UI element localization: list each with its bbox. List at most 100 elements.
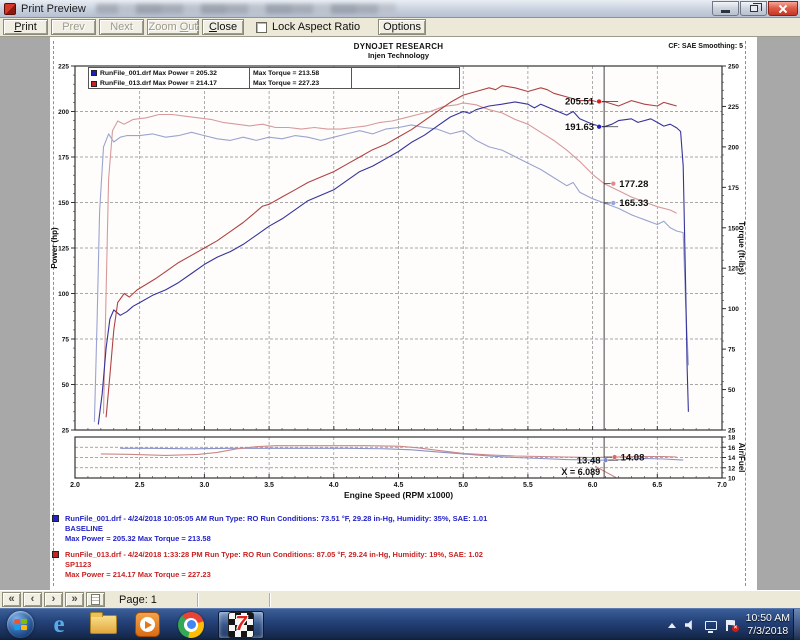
svg-text:5.0: 5.0 [458, 482, 468, 489]
dyno-chart[interactable]: 165.33177.28191.63205.512550751001251501… [50, 37, 757, 590]
lock-aspect-ratio-label: Lock Aspect Ratio [272, 21, 360, 33]
svg-text:Power (hp): Power (hp) [50, 227, 59, 269]
action-center-icon[interactable]: × [726, 620, 736, 631]
taskbar-item-chrome[interactable] [172, 610, 210, 640]
close-icon [778, 4, 788, 14]
page-layout-button[interactable] [86, 592, 105, 607]
chart-title: DYNOJET RESEARCH [75, 42, 722, 51]
zoom-out-button[interactable]: Zoom Out [147, 19, 199, 35]
svg-text:2.0: 2.0 [70, 482, 80, 489]
svg-text:250: 250 [728, 64, 739, 71]
svg-text:18: 18 [728, 435, 736, 442]
svg-text:150: 150 [58, 200, 69, 207]
taskbar: e 7 × 10:50 AM 7/3/2018 [0, 608, 800, 640]
svg-text:5.5: 5.5 [523, 482, 533, 489]
clock-date: 7/3/2018 [746, 625, 790, 638]
clock-time: 10:50 AM [746, 612, 790, 625]
svg-text:16: 16 [728, 445, 736, 452]
page-number-label: Page: 1 [119, 594, 157, 606]
minimize-button[interactable] [712, 1, 739, 16]
svg-text:200: 200 [728, 144, 739, 151]
svg-text:Engine Speed (RPM x1000): Engine Speed (RPM x1000) [344, 490, 453, 500]
last-page-button[interactable]: » [65, 592, 84, 607]
taskbar-item-internet-explorer[interactable]: e [40, 610, 78, 640]
folder-icon [90, 615, 117, 634]
run-label-baseline: BASELINE [65, 524, 732, 534]
taskbar-item-dynojet-winpep-active[interactable]: 7 [218, 611, 264, 639]
media-player-icon [135, 612, 160, 637]
svg-text:25: 25 [62, 428, 70, 435]
svg-text:125: 125 [58, 246, 69, 253]
svg-text:100: 100 [728, 306, 739, 313]
tray-expand-icon[interactable] [668, 623, 676, 628]
start-button[interactable] [7, 611, 34, 638]
options-button[interactable]: Options [378, 19, 426, 35]
svg-text:14: 14 [728, 455, 736, 462]
first-page-button[interactable]: « [2, 592, 21, 607]
lock-aspect-ratio-control: Lock Aspect Ratio [256, 21, 360, 33]
svg-text:165.33: 165.33 [619, 198, 648, 209]
next-page-button[interactable]: › [44, 592, 63, 607]
taskbar-item-media-player[interactable] [128, 610, 166, 640]
legend-power-sp1123: Max Power = 214.17 [153, 80, 217, 87]
toolbar: Print Prev Next Zoom Out Close Lock Aspe… [0, 18, 800, 37]
svg-text:10: 10 [728, 476, 736, 483]
legend-power-baseline: Max Power = 205.32 [153, 70, 217, 77]
prev-page-button[interactable]: ‹ [23, 592, 42, 607]
title-bar[interactable]: Print Preview [0, 0, 800, 18]
run-details-sp1123: RunFile_013.drf - 4/24/2018 1:33:28 PM R… [65, 550, 483, 560]
svg-text:205.51: 205.51 [565, 97, 595, 108]
svg-text:191.63: 191.63 [565, 122, 594, 133]
svg-text:14.08: 14.08 [621, 452, 645, 463]
close-window-button[interactable] [768, 1, 798, 16]
run-max-sp1123: Max Power = 214.17 Max Torque = 227.23 [65, 570, 732, 580]
run-swatch-sp1123 [52, 551, 59, 558]
system-tray: × [668, 609, 736, 640]
svg-text:Torque (ft-lbs): Torque (ft-lbs) [737, 221, 746, 275]
minimize-icon [721, 10, 730, 13]
svg-text:200: 200 [58, 109, 69, 116]
svg-text:4.5: 4.5 [394, 482, 404, 489]
app-icon [4, 3, 16, 15]
next-button[interactable]: Next [99, 19, 144, 35]
dynojet-winpep-icon: 7 [228, 612, 254, 638]
prev-button[interactable]: Prev [51, 19, 96, 35]
volume-icon[interactable] [685, 620, 696, 630]
run-label-sp1123: SP1123 [65, 560, 732, 570]
svg-text:7.0: 7.0 [717, 482, 727, 489]
lock-aspect-ratio-checkbox[interactable] [256, 22, 267, 33]
show-desktop-button[interactable] [793, 609, 800, 640]
chrome-icon [178, 612, 204, 638]
svg-text:X = 6.089: X = 6.089 [561, 467, 600, 477]
chart-legend: RunFile_001.drf Max Power = 205.32 Max T… [88, 67, 460, 89]
svg-text:6.5: 6.5 [652, 482, 662, 489]
taskbar-clock[interactable]: 10:50 AM 7/3/2018 [746, 612, 790, 638]
statusbar-separator [269, 593, 271, 607]
run-details-baseline: RunFile_001.drf - 4/24/2018 10:05:05 AM … [65, 514, 487, 524]
legend-torque-baseline: Max Torque = 213.58 [253, 70, 319, 77]
legend-swatch-sp1123 [91, 81, 97, 87]
page-icon [91, 594, 100, 605]
restore-button[interactable] [740, 1, 767, 16]
svg-text:4.0: 4.0 [329, 482, 339, 489]
legend-row-baseline: RunFile_001.drf Max Power = 205.32 Max T… [89, 68, 459, 78]
taskbar-item-windows-explorer[interactable] [84, 610, 122, 640]
print-preview-window: Print Preview Print Prev Next Zoom Out C… [0, 0, 800, 640]
legend-torque-sp1123: Max Torque = 227.23 [253, 80, 319, 87]
print-button[interactable]: Print [3, 19, 48, 35]
svg-text:2.5: 2.5 [135, 482, 145, 489]
legend-file-sp1123: RunFile_013.drf [100, 80, 151, 87]
close-preview-button[interactable]: Close [202, 19, 244, 35]
legend-swatch-baseline [91, 70, 97, 76]
svg-text:6.0: 6.0 [588, 482, 598, 489]
network-icon[interactable] [705, 621, 717, 630]
internet-explorer-icon: e [53, 611, 64, 639]
svg-text:225: 225 [58, 64, 69, 71]
svg-text:175: 175 [58, 155, 69, 162]
svg-text:225: 225 [728, 104, 739, 111]
run-swatch-baseline [52, 515, 59, 522]
svg-text:50: 50 [62, 382, 70, 389]
redacted-title-text [96, 4, 396, 14]
svg-text:50: 50 [728, 387, 736, 394]
svg-text:3.0: 3.0 [200, 482, 210, 489]
